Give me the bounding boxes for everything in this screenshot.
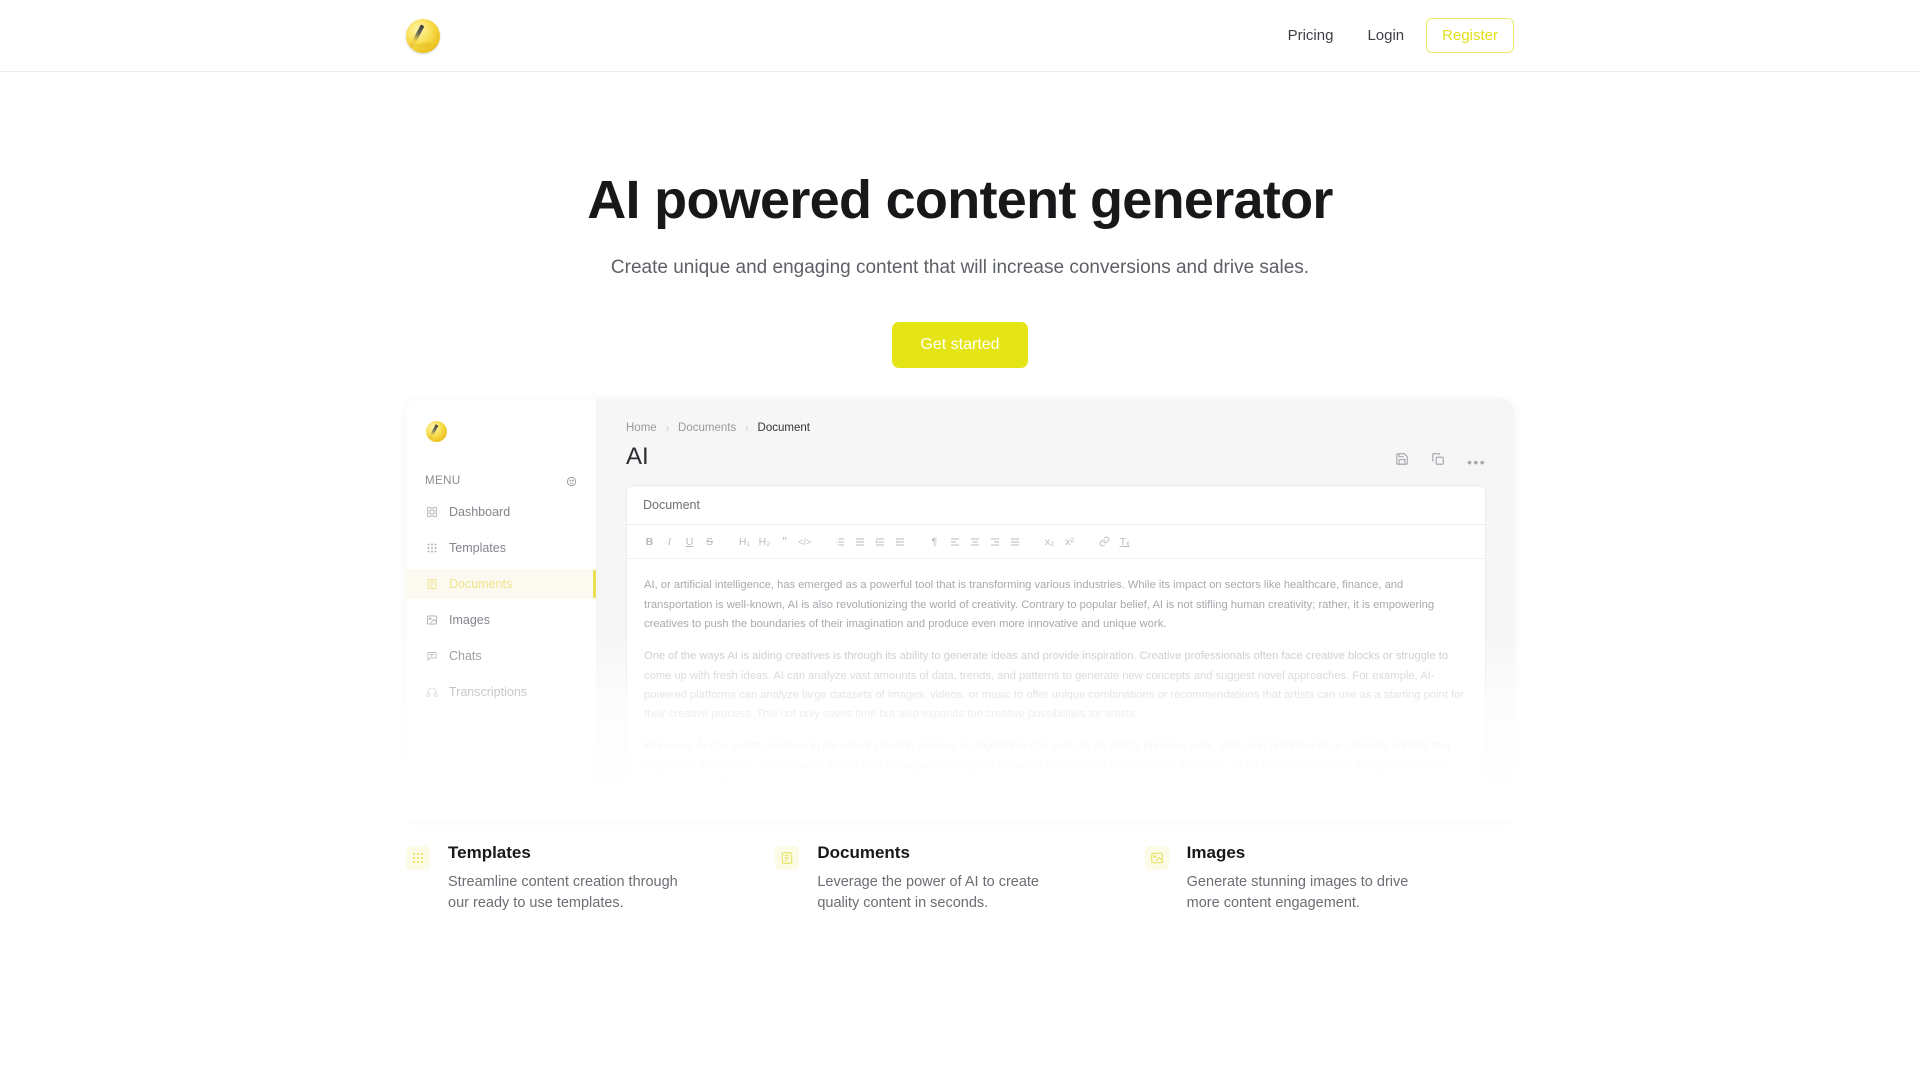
strikethrough-button[interactable]: S xyxy=(701,533,718,550)
breadcrumb-item-home[interactable]: Home xyxy=(626,422,657,434)
grid-3x3-dots-icon xyxy=(406,846,430,871)
align-left-button[interactable] xyxy=(946,533,963,550)
feature-description: Streamline content creation through our … xyxy=(448,874,678,912)
code-block-button[interactable]: </> xyxy=(796,533,813,550)
nav-links: Pricing Login Register xyxy=(1276,18,1514,53)
headphones-icon xyxy=(425,686,438,699)
document-title: AI xyxy=(626,443,649,471)
save-icon[interactable] xyxy=(1395,452,1409,471)
copy-icon[interactable] xyxy=(1431,452,1445,471)
image-icon xyxy=(425,614,438,627)
feature-description: Generate stunning images to drive more c… xyxy=(1186,874,1409,912)
feature-card-documents: Documents Leverage the power of AI to cr… xyxy=(775,843,1144,913)
editor-paragraph: One of the ways AI is aiding creatives i… xyxy=(644,650,1465,721)
feature-text: Templates Streamline content creation th… xyxy=(448,843,688,913)
editor-toolbar: B I U S H₁ H₂ ” </> ¶ x₂ x² Tₓ xyxy=(627,525,1485,560)
sidebar-item-transcriptions[interactable]: Transcriptions xyxy=(406,677,596,707)
sidebar-item-label: Images xyxy=(449,613,490,628)
sidebar-item-label: Transcriptions xyxy=(449,685,528,700)
feature-text: Documents Leverage the power of AI to cr… xyxy=(817,843,1057,913)
more-options-icon[interactable]: ••• xyxy=(1467,455,1486,469)
document-actions: ••• xyxy=(1395,443,1486,471)
document-header: AI ••• xyxy=(626,443,1486,471)
document-editor: Document B I U S H₁ H₂ ” </> ¶ x₂ x² Tₓ … xyxy=(626,485,1486,786)
underline-button[interactable]: U xyxy=(681,533,698,550)
sidebar-item-documents[interactable]: Documents xyxy=(406,569,596,600)
align-justify-button[interactable] xyxy=(1006,533,1023,550)
sidebar-item-label: Dashboard xyxy=(449,505,511,520)
sidebar-item-images[interactable]: Images xyxy=(406,605,596,635)
italic-button[interactable]: I xyxy=(661,533,678,550)
editor-title-input[interactable]: Document xyxy=(627,486,1485,526)
document-lines-icon xyxy=(425,578,438,591)
text-direction-button[interactable]: ¶ xyxy=(926,533,943,550)
sidebar-item-templates[interactable]: Templates xyxy=(406,533,596,563)
breadcrumb: Home › Documents › Document xyxy=(626,422,1486,434)
app-preview: MENU Dashboard Templates Documents Image… xyxy=(376,399,1544,822)
image-icon xyxy=(1144,846,1169,871)
clear-format-button[interactable]: Tₓ xyxy=(1116,533,1133,550)
feature-text: Images Generate stunning images to drive… xyxy=(1187,843,1427,913)
feature-title: Templates xyxy=(448,843,531,863)
editor-content[interactable]: AI, or artificial intelligence, has emer… xyxy=(627,559,1485,785)
grid-3x3-dots-icon xyxy=(425,542,438,555)
register-button[interactable]: Register xyxy=(1426,18,1514,53)
sidebar-item-label: Documents xyxy=(449,577,513,592)
align-center-button[interactable] xyxy=(966,533,983,550)
heading-2-button[interactable]: H₂ xyxy=(756,533,773,550)
theme-toggle-icon[interactable] xyxy=(566,476,577,487)
preview-sidebar: MENU Dashboard Templates Documents Image… xyxy=(406,399,596,820)
features-section: Templates Streamline content creation th… xyxy=(406,819,1514,913)
sidebar-item-chats[interactable]: Chats xyxy=(406,641,596,671)
outdent-button[interactable] xyxy=(871,533,888,550)
top-navigation-inner: Pricing Login Register xyxy=(406,18,1514,53)
ordered-list-button[interactable] xyxy=(831,533,848,550)
get-started-button[interactable]: Get started xyxy=(892,322,1028,369)
sidebar-item-label: Chats xyxy=(449,649,482,664)
chevron-right-icon: › xyxy=(745,422,749,434)
breadcrumb-item-current: Document xyxy=(757,422,810,435)
breadcrumb-item-documents[interactable]: Documents xyxy=(678,422,736,434)
bold-button[interactable]: B xyxy=(641,533,658,550)
page-title: AI powered content generator xyxy=(587,170,1333,230)
preview-main-panel: Home › Documents › Document AI ••• Docum… xyxy=(596,399,1514,819)
feature-title: Documents xyxy=(817,843,910,863)
preview-sidebar-logo-icon[interactable] xyxy=(426,421,447,443)
align-right-button[interactable] xyxy=(986,533,1003,550)
preview-menu-header: MENU xyxy=(406,471,596,491)
feature-description: Leverage the power of AI to create quali… xyxy=(817,874,1039,912)
hero-section: AI powered content generator Create uniq… xyxy=(0,72,1920,369)
chevron-right-icon: › xyxy=(665,422,670,434)
feature-title: Images xyxy=(1186,843,1246,863)
blockquote-button[interactable]: ” xyxy=(776,533,793,550)
heading-1-button[interactable]: H₁ xyxy=(736,533,753,550)
document-lines-icon xyxy=(775,846,800,871)
link-icon[interactable] xyxy=(1096,533,1113,550)
nav-link-pricing[interactable]: Pricing xyxy=(1276,18,1346,53)
superscript-button[interactable]: x² xyxy=(1061,533,1078,550)
hero-subtitle: Create unique and engaging content that … xyxy=(610,257,1310,279)
subscript-button[interactable]: x₂ xyxy=(1041,533,1058,550)
grid-2x2-icon xyxy=(425,506,438,519)
feature-card-images: Images Generate stunning images to drive… xyxy=(1144,843,1514,913)
app-preview-window: MENU Dashboard Templates Documents Image… xyxy=(406,399,1514,820)
top-navigation-bar: Pricing Login Register xyxy=(0,0,1920,72)
indent-button[interactable] xyxy=(891,533,908,550)
menu-label: MENU xyxy=(425,475,461,488)
nav-link-login[interactable]: Login xyxy=(1355,18,1416,53)
sidebar-item-label: Templates xyxy=(449,541,506,556)
quill-badge-logo-icon[interactable] xyxy=(406,18,440,53)
chat-bubble-icon xyxy=(425,650,438,663)
sidebar-item-dashboard[interactable]: Dashboard xyxy=(406,497,596,527)
editor-paragraph: AI, or artificial intelligence, has emer… xyxy=(644,579,1435,630)
feature-card-templates: Templates Streamline content creation th… xyxy=(406,843,775,913)
editor-paragraph: Moreover, AI can assist creatives in the… xyxy=(644,740,1465,786)
bullet-list-button[interactable] xyxy=(851,533,868,550)
